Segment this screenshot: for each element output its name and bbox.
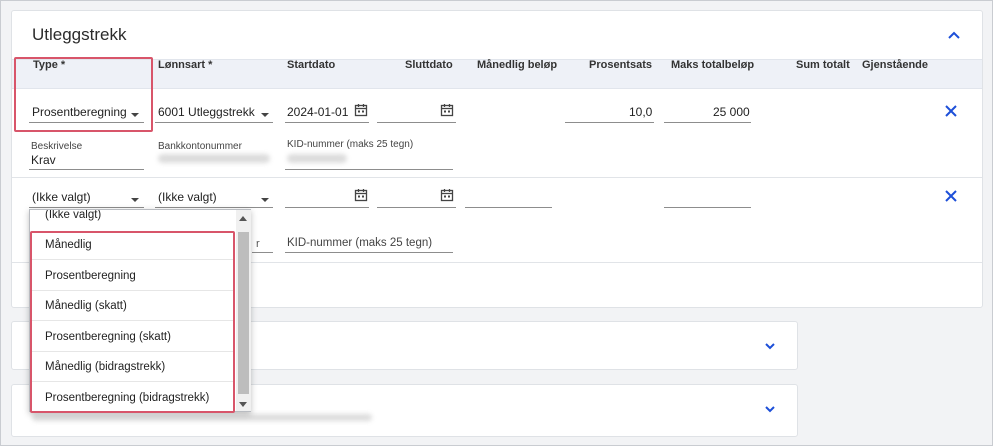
card-2-blurred	[32, 414, 372, 421]
col-header-sluttdato: Sluttdato	[405, 59, 453, 71]
calendar-icon[interactable]	[354, 188, 368, 202]
col-header-prosentsats: Prosentsats	[589, 59, 652, 71]
maks-totalbelop-input-2[interactable]	[664, 186, 751, 208]
scroll-down-icon[interactable]	[239, 402, 247, 407]
calendar-icon[interactable]	[440, 188, 454, 202]
beskrivelse-value: Krav	[31, 153, 56, 167]
bankkonto-partial: r	[256, 238, 260, 250]
col-header-gjenstaende: Gjenstående	[862, 59, 929, 71]
col-header-lonnsart: Lønnsart *	[158, 59, 213, 71]
bankkonto-blurred	[158, 154, 270, 163]
maks-totalbelop-value: 25 000	[713, 105, 750, 119]
col-header-sum: Sum totalt	[796, 59, 850, 71]
highlight-dropdown-options	[30, 231, 235, 413]
scroll-up-icon[interactable]	[239, 216, 247, 221]
close-icon[interactable]	[943, 188, 959, 204]
col-header-startdato: Startdato	[287, 59, 336, 71]
manedlig-belop-input-2[interactable]	[465, 186, 552, 208]
collapse-button[interactable]	[944, 25, 964, 45]
chevron-down-icon[interactable]	[763, 402, 777, 416]
panel-title: Utleggstrekk	[32, 25, 127, 44]
kid-placeholder-2: KID-nummer (maks 25 tegn)	[287, 237, 433, 249]
col-header-maks: Maks totalbeløp	[671, 59, 755, 71]
startdato-value: 2024-01-01	[287, 105, 349, 119]
dropdown-scrollbar-thumb[interactable]	[238, 232, 249, 394]
chevron-up-icon	[948, 31, 960, 39]
caret-down-icon	[131, 198, 139, 202]
row-divider	[12, 177, 982, 178]
col-header-manedlig: Månedlig beløp	[477, 59, 558, 71]
calendar-icon[interactable]	[354, 103, 368, 117]
type-select-2-value: (Ikke valgt)	[32, 190, 91, 204]
caret-down-icon	[261, 198, 269, 202]
prosentsats-value: 10,0	[629, 105, 653, 119]
kid-blurred	[287, 154, 347, 163]
calendar-icon[interactable]	[440, 103, 454, 117]
close-icon[interactable]	[943, 103, 959, 119]
highlight-type-column	[14, 57, 153, 132]
caret-down-icon	[261, 113, 269, 117]
lonnsart-select-2-value: (Ikke valgt)	[158, 190, 217, 204]
dropdown-option-ikke-valgt[interactable]: (Ikke valgt)	[30, 210, 235, 222]
bankkonto-label: Bankkontonummer	[158, 141, 242, 152]
lonnsart-select-value: 6001 Utleggstrekk	[158, 105, 255, 119]
chevron-down-icon[interactable]	[763, 339, 777, 353]
